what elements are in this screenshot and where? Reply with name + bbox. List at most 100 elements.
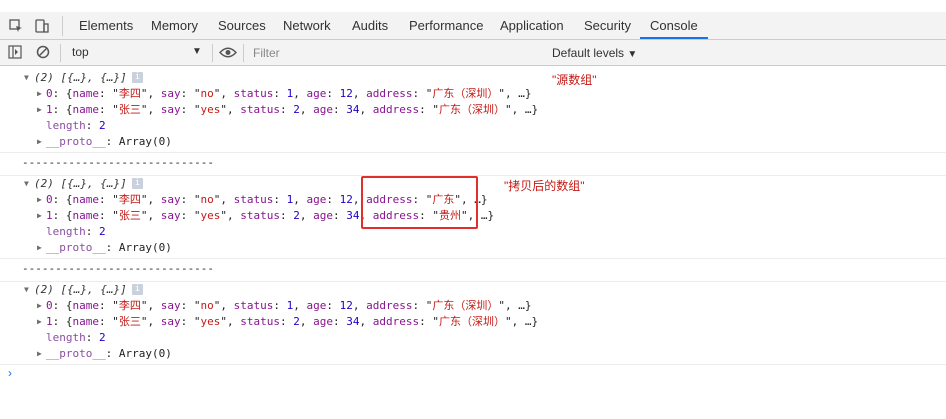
collapsed-triangle-icon[interactable]: ▶: [37, 314, 42, 330]
punct: }: [480, 193, 488, 206]
tab-elements[interactable]: Elements: [69, 12, 143, 39]
object-row[interactable]: ▶ 1: {name: "张三", say: "yes", status: 2, …: [0, 102, 946, 118]
punct: ,: [359, 315, 373, 328]
sidebar-toggle-icon[interactable]: [8, 45, 22, 59]
proto-key: __proto__: [46, 347, 106, 360]
collapsed-triangle-icon[interactable]: ▶: [37, 192, 42, 208]
proto-row[interactable]: ▶ __proto__: Array(0): [0, 346, 946, 362]
punct: }: [531, 103, 539, 116]
colon: :: [280, 209, 294, 222]
prop-key: age: [313, 103, 333, 116]
tab-application[interactable]: Application: [490, 12, 574, 39]
prop-key: age: [313, 315, 333, 328]
info-icon[interactable]: i: [132, 284, 143, 295]
punct: ",: [140, 299, 161, 312]
collapsed-triangle-icon[interactable]: ▶: [37, 134, 42, 150]
colon: :: [273, 193, 287, 206]
prop-key: name: [72, 315, 100, 328]
tab-performance[interactable]: Performance: [399, 12, 493, 39]
array-summary-row[interactable]: ▼ (2) [{…}, {…}] i: [0, 70, 946, 86]
proto-entry: __proto__: Array(0): [46, 346, 172, 362]
device-toolbar-icon[interactable]: [34, 18, 50, 34]
tab-network[interactable]: Network: [273, 12, 341, 39]
colon: : ": [180, 87, 201, 100]
punct: ",: [213, 87, 234, 100]
dashed-separator: -----------------------------: [22, 156, 215, 169]
tab-sources[interactable]: Sources: [208, 12, 276, 39]
colon: :: [85, 331, 99, 344]
dashed-separator: -----------------------------: [22, 262, 215, 275]
log-levels-dropdown[interactable]: Default levels ▼: [552, 40, 637, 66]
clear-console-icon[interactable]: [36, 45, 50, 59]
length-key: length: [46, 119, 86, 132]
punct: ",: [140, 209, 161, 222]
eye-icon[interactable]: [219, 46, 237, 59]
array-summary-row[interactable]: ▼ (2) [{…}, {…}] i: [0, 282, 946, 298]
colon: : ": [180, 299, 201, 312]
prop-value: no: [200, 299, 214, 312]
punct: ",: [140, 315, 161, 328]
tab-audits[interactable]: Audits: [342, 12, 398, 39]
expand-triangle-icon[interactable]: ▼: [24, 282, 29, 298]
prop-value: 广东（深圳）: [438, 315, 505, 328]
punct: ",: [213, 193, 234, 206]
prop-value: 2: [293, 103, 300, 116]
console-prompt[interactable]: ›: [8, 366, 12, 380]
toolbar-divider: [243, 44, 244, 62]
info-icon[interactable]: i: [132, 178, 143, 189]
prop-value: 34: [346, 315, 360, 328]
filter-input[interactable]: [249, 43, 547, 63]
colon: :: [280, 315, 294, 328]
collapsed-triangle-icon[interactable]: ▶: [37, 208, 42, 224]
length-value: 2: [99, 119, 106, 132]
punct: ",: [140, 87, 161, 100]
colon: : {: [52, 315, 73, 328]
proto-row[interactable]: ▶ __proto__: Array(0): [0, 134, 946, 150]
separator-row: -----------------------------: [0, 155, 946, 171]
collapsed-triangle-icon[interactable]: ▶: [37, 240, 42, 256]
prop-key: status: [240, 209, 280, 222]
punct: }: [531, 315, 539, 328]
inspect-element-icon[interactable]: [8, 18, 24, 34]
context-selector[interactable]: top: [66, 42, 206, 62]
prop-key: status: [233, 87, 274, 100]
colon: : ": [99, 315, 119, 328]
expand-triangle-icon[interactable]: ▼: [24, 70, 29, 86]
message-divider: [0, 281, 946, 282]
object-row[interactable]: ▶ 0: {name: "李四", say: "no", status: 1, a…: [0, 86, 946, 102]
length-value: 2: [99, 225, 106, 238]
object-row[interactable]: ▶ 0: {name: "李四", say: "no", status: 1, a…: [0, 298, 946, 314]
prop-value: 广东（深圳）: [438, 103, 505, 116]
collapsed-triangle-icon[interactable]: ▶: [37, 86, 42, 102]
punct: ",: [498, 87, 519, 100]
tab-security[interactable]: Security: [574, 12, 641, 39]
punct: ",: [220, 103, 241, 116]
console-toolbar: top ▼ Default levels ▼: [0, 40, 946, 66]
prop-key: name: [72, 299, 100, 312]
message-divider: [0, 152, 946, 153]
expand-triangle-icon[interactable]: ▼: [24, 176, 29, 192]
proto-row[interactable]: ▶ __proto__: Array(0): [0, 240, 946, 256]
toolbar-divider: [212, 44, 213, 62]
prop-value: 广东（深圳）: [432, 87, 499, 100]
dropdown-arrow-icon: ▼: [192, 46, 202, 57]
object-row[interactable]: ▶ 1: {name: "张三", say: "yes", status: 2, …: [0, 314, 946, 330]
prop-key: status: [233, 299, 274, 312]
proto-entry: __proto__: Array(0): [46, 134, 172, 150]
tab-console[interactable]: Console: [640, 12, 708, 39]
collapsed-triangle-icon[interactable]: ▶: [37, 102, 42, 118]
info-icon[interactable]: i: [132, 72, 143, 83]
tab-memory[interactable]: Memory: [141, 12, 208, 39]
colon: : {: [52, 193, 73, 206]
object-index: 0: [46, 87, 53, 100]
chevron-down-icon: ▼: [627, 49, 638, 60]
collapsed-triangle-icon[interactable]: ▶: [37, 346, 42, 362]
colon: :: [333, 103, 347, 116]
collapsed-triangle-icon[interactable]: ▶: [37, 298, 42, 314]
colon: : ": [99, 103, 119, 116]
length-row: length: 2: [0, 330, 946, 346]
proto-value: Array(0): [118, 347, 172, 360]
prop-key: name: [72, 103, 100, 116]
length-entry: length: 2: [46, 118, 106, 134]
separator-row: -----------------------------: [0, 261, 946, 277]
